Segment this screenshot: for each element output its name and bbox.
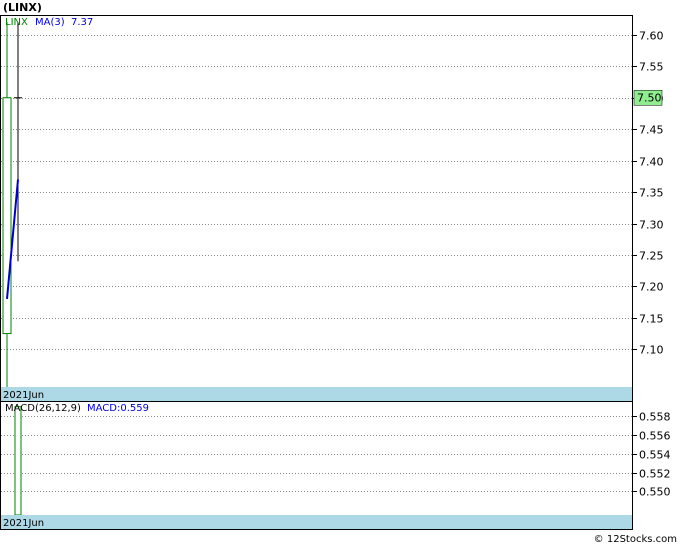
- price-tick-label: 7.60: [639, 30, 664, 43]
- legend-ma-value: 7.37: [71, 17, 93, 28]
- macd-tick-label: 0.556: [639, 430, 671, 443]
- price-tick-label: 7.10: [639, 344, 664, 357]
- price-tick-label: 7.20: [639, 281, 664, 294]
- chart-title: (LINX): [3, 1, 42, 14]
- price-tick-label: 7.25: [639, 250, 664, 263]
- price-tick-label: 7.55: [639, 61, 664, 74]
- price-date-band: [1, 387, 632, 402]
- macd-bar: [14, 406, 22, 516]
- macd-legend-label: MACD(26,12,9): [5, 403, 81, 414]
- macd-date-band: [1, 515, 632, 529]
- macd-y-axis: 0.558 0.556 0.554 0.552 0.550: [632, 411, 671, 499]
- macd-tick-label: 0.554: [639, 449, 671, 462]
- macd-tick-label: 0.552: [639, 468, 671, 481]
- macd-tick-label: 0.550: [639, 486, 671, 499]
- price-tick-label: 7.40: [639, 156, 664, 169]
- price-panel-frame: [0, 15, 633, 403]
- macd-date-label: 2021Jun: [3, 518, 44, 529]
- last-price-label: 7.50: [637, 92, 662, 105]
- macd-bars: [14, 406, 22, 516]
- price-tick-label: 7.30: [639, 219, 664, 232]
- macd-panel-frame: [0, 401, 633, 530]
- price-date-label: 2021Jun: [3, 390, 44, 401]
- footer-credit: © 12Stocks.com: [594, 534, 677, 545]
- price-tick-label: 7.45: [639, 124, 664, 137]
- legend-ticker: LINX: [5, 17, 28, 28]
- legend-ma-label: MA(3): [35, 17, 65, 28]
- macd-legend-value: MACD:0.559: [87, 403, 149, 414]
- macd-tick-label: 0.558: [639, 411, 671, 424]
- price-tick-label: 7.35: [639, 187, 664, 200]
- price-tick-label: 7.15: [639, 313, 664, 326]
- chart-canvas: (LINX) 7.607.557.507.457.407.357.307.257…: [0, 1, 677, 545]
- price-y-axis: 7.60 7.55 7.50 7.45 7.40 7.35 7.30 7.25 7.20 7.15…: [632, 30, 664, 357]
